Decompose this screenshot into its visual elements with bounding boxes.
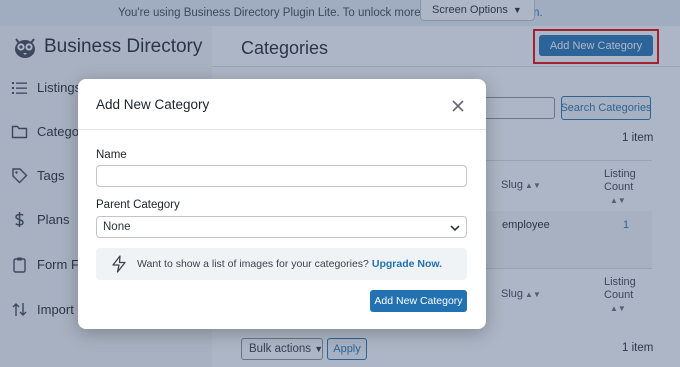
close-button[interactable]	[447, 95, 469, 117]
modal-title: Add New Category	[96, 97, 210, 112]
lightning-icon	[112, 255, 126, 273]
parent-category-select[interactable]: None	[96, 216, 467, 238]
add-category-modal: Add New Category Name Parent Category No…	[78, 79, 486, 329]
name-input[interactable]	[96, 165, 467, 187]
close-icon	[452, 100, 464, 112]
name-label: Name	[96, 149, 127, 161]
promo-message: Want to show a list of images for your c…	[137, 258, 369, 270]
chevron-down-icon	[450, 225, 460, 232]
parent-category-label: Parent Category	[96, 199, 180, 211]
modal-divider	[78, 129, 486, 130]
promo-text: Want to show a list of images for your c…	[137, 258, 442, 270]
parent-category-value: None	[103, 221, 131, 233]
upgrade-link[interactable]: Upgrade Now.	[372, 258, 442, 270]
modal-add-new-category-button[interactable]: Add New Category	[370, 290, 467, 312]
upgrade-promo: Want to show a list of images for your c…	[96, 248, 467, 280]
